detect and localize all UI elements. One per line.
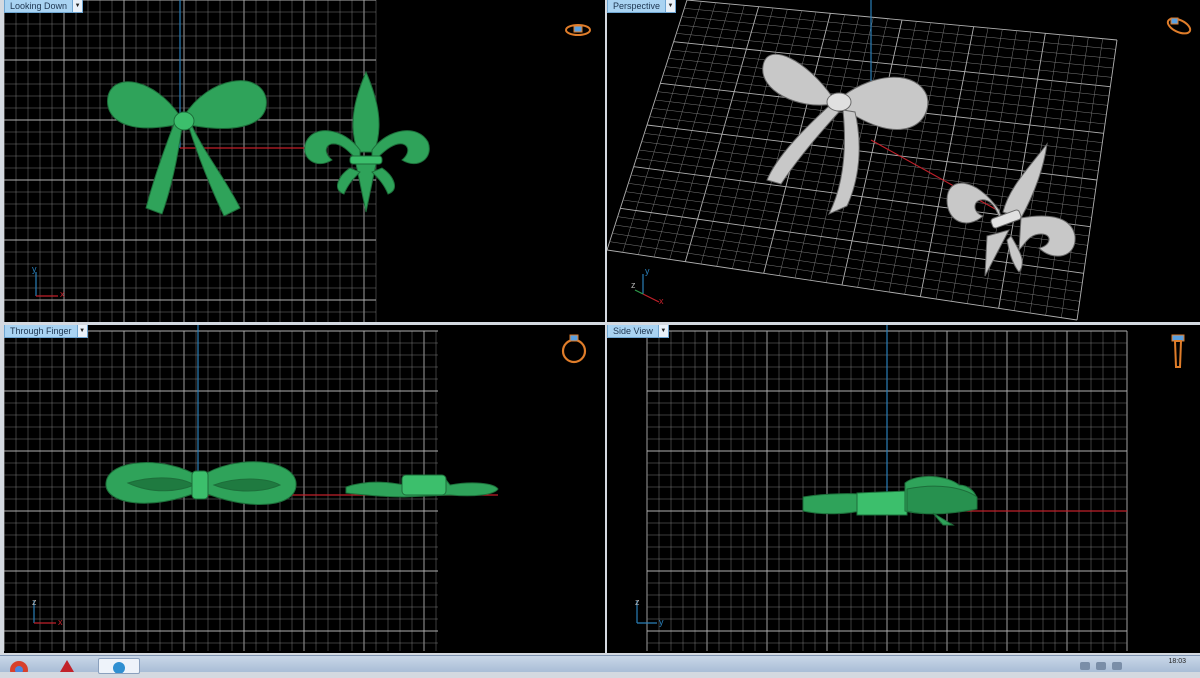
viewport-menu-arrow-icon[interactable]: ▼: [73, 0, 84, 13]
viewport-side-view[interactable]: Side View ▼ z y: [607, 325, 1200, 653]
viewport-label-perspective[interactable]: Perspective ▼: [607, 0, 677, 13]
viewport-through-finger[interactable]: Through Finger ▼ z x: [4, 325, 605, 653]
axis-gizmo: [33, 601, 56, 624]
viewport-label-looking-down[interactable]: Looking Down ▼: [4, 0, 84, 13]
models-side[interactable]: [802, 476, 978, 526]
gizmo-axis-b-label: x: [58, 617, 63, 627]
viewport-title: Perspective: [607, 0, 667, 13]
ring-side-icon[interactable]: [1171, 334, 1185, 368]
gizmo-axis-b-label: x: [659, 296, 664, 306]
axis-gizmo: [634, 274, 660, 303]
grid-canvas: [4, 325, 587, 651]
viewport-looking-down[interactable]: Looking Down ▼ y x: [4, 0, 605, 322]
grid-line: [935, 27, 989, 300]
viewport-title: Through Finger: [4, 325, 78, 338]
gizmo-axis-b-label: y: [659, 617, 664, 627]
gizmo-axis-a-label: z: [32, 597, 37, 607]
gizmo-axis-b-label: x: [60, 289, 65, 299]
ring-icon[interactable]: [561, 334, 587, 364]
acrobat-icon[interactable]: [56, 658, 78, 672]
gizmo-axis-a-label: y: [645, 266, 650, 276]
viewport-label-side-view[interactable]: Side View ▼: [607, 325, 669, 338]
bow-model-front[interactable]: [105, 461, 297, 505]
grid-line: [1076, 39, 1118, 321]
viewport-menu-arrow-icon[interactable]: ▼: [658, 325, 669, 338]
grid-canvas: [636, 325, 1185, 651]
grid-canvas: [4, 0, 591, 322]
chrome-icon[interactable]: [8, 658, 30, 678]
fleur-de-lis-model[interactable]: [304, 70, 430, 213]
fleur-de-lis-model-front[interactable]: [345, 474, 499, 498]
viewport-title: Looking Down: [4, 0, 74, 13]
grid-line: [904, 25, 960, 295]
taskbar: 18:03: [0, 655, 1200, 678]
grid-line: [888, 23, 946, 293]
axis-gizmo: [35, 272, 58, 297]
tray-icon[interactable]: [1080, 662, 1090, 670]
viewport-menu-arrow-icon[interactable]: ▼: [77, 325, 88, 338]
viewport-menu-arrow-icon[interactable]: ▼: [666, 0, 677, 13]
taskbar-clock[interactable]: 18:03: [1168, 658, 1186, 665]
grid-line: [919, 26, 975, 297]
viewport-title: Side View: [607, 325, 659, 338]
viewport-label-through-finger[interactable]: Through Finger ▼: [4, 325, 88, 338]
ring-icon[interactable]: [1166, 15, 1193, 36]
viewport-perspective[interactable]: Perspective ▼ y x z: [607, 0, 1200, 322]
bow-model-silver[interactable]: [762, 53, 929, 216]
tray-icon[interactable]: [1096, 662, 1106, 670]
gizmo-axis-a-label: y: [32, 264, 37, 274]
gizmo-axis-c-label: z: [631, 280, 636, 290]
app-icon[interactable]: [98, 658, 140, 674]
tray-icon[interactable]: [1112, 662, 1122, 670]
ring-icon[interactable]: [565, 24, 591, 36]
gizmo-axis-a-label: z: [635, 597, 640, 607]
grid-line: [1061, 38, 1103, 318]
grid-canvas: [607, 0, 1193, 321]
